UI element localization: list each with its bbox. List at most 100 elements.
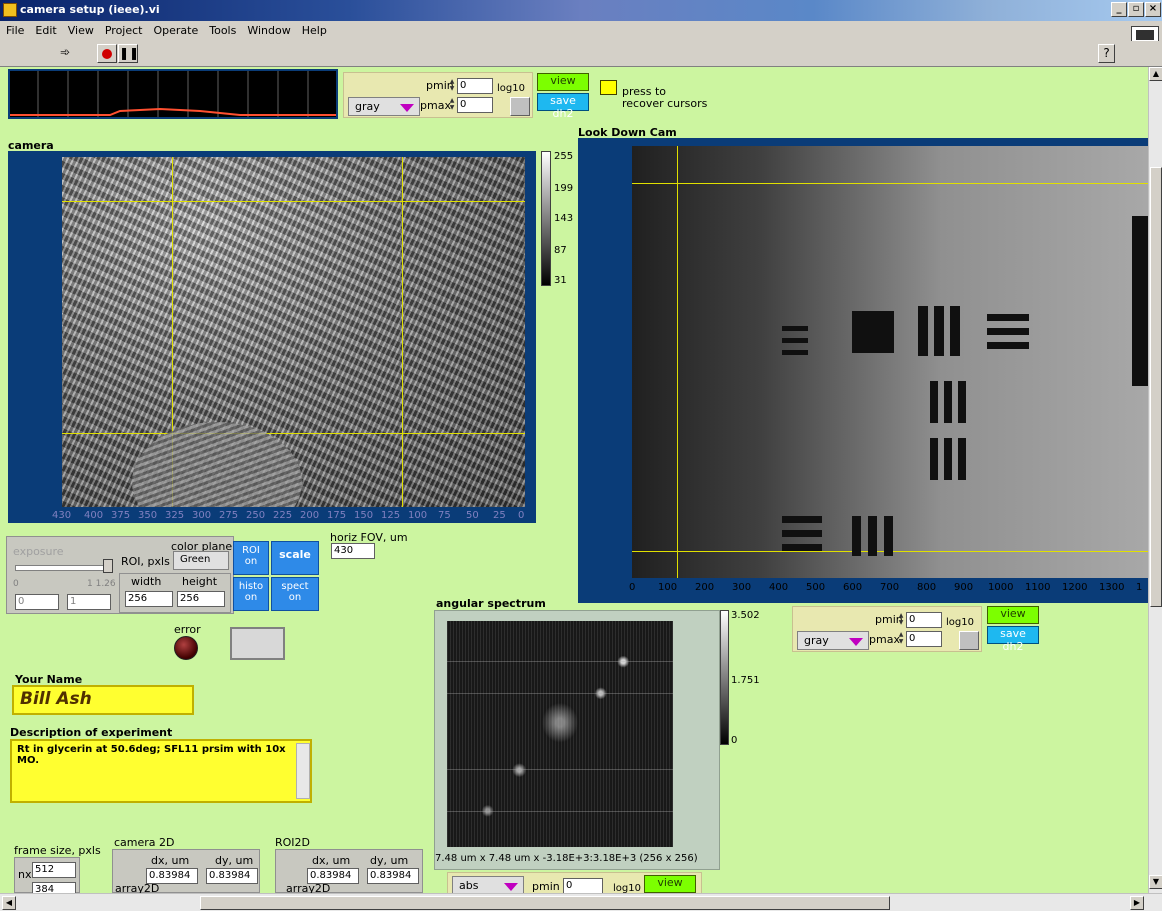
lookdown-pmax-label: pmax <box>869 633 900 646</box>
log10-toggle[interactable] <box>510 97 530 116</box>
camera2d-dy-value: 0.83984 <box>206 868 258 884</box>
pmax-input[interactable]: 0 <box>457 97 493 113</box>
width-input[interactable]: 256 <box>125 591 173 607</box>
lookdown-pmin-input[interactable]: 0 <box>906 612 942 628</box>
description-input[interactable]: Rt in glycerin at 50.6deg; SFL11 prsim w… <box>12 741 292 769</box>
view-button[interactable]: view <box>537 73 589 91</box>
cursor-h1[interactable] <box>62 201 525 202</box>
camera-xtick: 300 <box>192 510 212 521</box>
roi2d-label: ROI2D <box>275 836 311 849</box>
error-led-icon <box>174 636 198 660</box>
scroll-right-icon[interactable]: ▶ <box>1130 896 1144 910</box>
camera-colorbar <box>541 151 551 286</box>
pmin-input[interactable]: 0 <box>457 78 493 94</box>
spectrum-colorbar-tick: 1.751 <box>731 675 760 686</box>
scroll-down-icon[interactable]: ▼ <box>1149 875 1162 889</box>
lookdown-xtick: 500 <box>806 582 826 593</box>
help-button[interactable]: ? <box>1098 44 1115 63</box>
description-box: Rt in glycerin at 50.6deg; SFL11 prsim w… <box>10 739 312 803</box>
camera-image <box>62 157 525 507</box>
cursor-h1[interactable] <box>632 183 1148 184</box>
lookdown-xtick: 700 <box>880 582 900 593</box>
spectrum-colorbar-tick: 0 <box>731 735 738 746</box>
save-dh2-button[interactable]: save dh2 <box>537 93 589 120</box>
exposure-label: exposure <box>13 545 64 558</box>
exposure-min-label: 0 <box>13 579 19 589</box>
histo-on-button[interactable]: histo on <box>233 577 269 611</box>
camera-xtick: 150 <box>354 510 374 521</box>
camera-xtick: 375 <box>111 510 131 521</box>
spectrum-colormap-select[interactable]: abs <box>452 876 524 893</box>
lookdown-xtick: 1100 <box>1025 582 1051 593</box>
menu-tools[interactable]: Tools <box>203 21 241 37</box>
exposure-value-a[interactable]: 0 <box>15 594 59 610</box>
spectrum-log10-label: log10 <box>613 883 641 893</box>
color-plane-select[interactable]: Green <box>173 551 229 570</box>
lookdown-xtick: 1200 <box>1062 582 1088 593</box>
close-button[interactable]: × <box>1145 2 1161 17</box>
exposure-slider-handle[interactable] <box>103 559 113 573</box>
cursor-v2[interactable] <box>402 157 403 507</box>
lookdown-view-button[interactable]: view <box>987 606 1039 624</box>
abort-button[interactable] <box>97 44 117 63</box>
lookdown-xtick: 800 <box>917 582 937 593</box>
vertical-scrollbar[interactable]: ▲ ▼ <box>1148 67 1162 893</box>
cursor-h2[interactable] <box>62 433 525 434</box>
recover-cursors-button[interactable] <box>600 80 617 95</box>
menu-window[interactable]: Window <box>241 21 295 37</box>
horizontal-scroll-thumb[interactable] <box>200 896 890 910</box>
lookdown-xtick: 1300 <box>1099 582 1125 593</box>
camera-xtick: 0 <box>518 510 525 521</box>
camera2d-label: camera 2D <box>114 836 175 849</box>
menu-edit[interactable]: Edit <box>29 21 61 37</box>
pmin-spinner-icon[interactable]: ▲ ▼ <box>448 78 456 94</box>
spectrum-view-button[interactable]: view <box>644 875 696 893</box>
camera-xtick: 225 <box>273 510 293 521</box>
cursor-v1[interactable] <box>677 146 678 578</box>
camera-controls: exposure 0 1 1.26 0 1 ROI, pxls color pl… <box>6 536 234 614</box>
camera2d-array-label: array2D <box>115 882 160 893</box>
exposure-value-b[interactable]: 1 <box>67 594 111 610</box>
vertical-scroll-thumb[interactable] <box>1150 167 1162 607</box>
exposure-slider[interactable] <box>15 565 111 571</box>
lookdown-pmin-spinner-icon[interactable]: ▲ ▼ <box>897 612 905 628</box>
fov-input[interactable]: 430 <box>331 543 375 559</box>
run-arrow-icon[interactable]: ➾ <box>55 44 75 63</box>
minimize-button[interactable]: _ <box>1111 2 1127 17</box>
lookdown-save-dh2-button[interactable]: save dh2 <box>987 626 1039 653</box>
camera-graph: 430 400 375 350 325 300 275 250 225 200 … <box>8 151 536 523</box>
horizontal-scrollbar[interactable]: ◀ ▶ <box>0 893 1162 911</box>
app-icon <box>3 3 17 17</box>
pause-button[interactable]: ❚❚ <box>118 44 139 63</box>
menu-file[interactable]: File <box>0 21 29 37</box>
maximize-button[interactable]: ▫ <box>1128 2 1144 17</box>
lookdown-colormap-select[interactable]: gray <box>797 631 869 650</box>
camera-xtick: 75 <box>438 510 451 521</box>
roi-on-button[interactable]: ROI on <box>233 541 269 575</box>
spect-on-button[interactable]: spect on <box>271 577 319 611</box>
pmax-spinner-icon[interactable]: ▲ ▼ <box>448 97 456 113</box>
scale-button[interactable]: scale <box>271 541 319 575</box>
menu-view[interactable]: View <box>62 21 99 37</box>
spectrum-pmin-input[interactable]: 0 <box>563 878 603 893</box>
camera-xtick: 50 <box>466 510 479 521</box>
histogram-graph <box>8 69 338 119</box>
width-label: width <box>131 575 162 588</box>
window-title: camera setup (ieee).vi <box>20 3 160 16</box>
colormap-select[interactable]: gray <box>348 97 420 116</box>
menu-operate[interactable]: Operate <box>147 21 203 37</box>
roi2d-dy-value: 0.83984 <box>367 868 419 884</box>
height-input[interactable]: 256 <box>177 591 225 607</box>
dropdown-icon <box>400 104 414 112</box>
your-name-input[interactable]: Bill Ash <box>12 685 194 715</box>
lookdown-pmax-input[interactable]: 0 <box>906 631 942 647</box>
histogram-plot <box>10 71 336 117</box>
scroll-up-icon[interactable]: ▲ <box>1149 67 1162 81</box>
scroll-left-icon[interactable]: ◀ <box>2 896 16 910</box>
menu-help[interactable]: Help <box>296 21 332 37</box>
menu-project[interactable]: Project <box>99 21 148 37</box>
lookdown-pmax-spinner-icon[interactable]: ▲ ▼ <box>897 631 905 647</box>
lookdown-log10-toggle[interactable] <box>959 631 979 650</box>
description-scrollbar[interactable] <box>296 743 310 799</box>
spectrum-title: angular spectrum <box>436 597 546 610</box>
